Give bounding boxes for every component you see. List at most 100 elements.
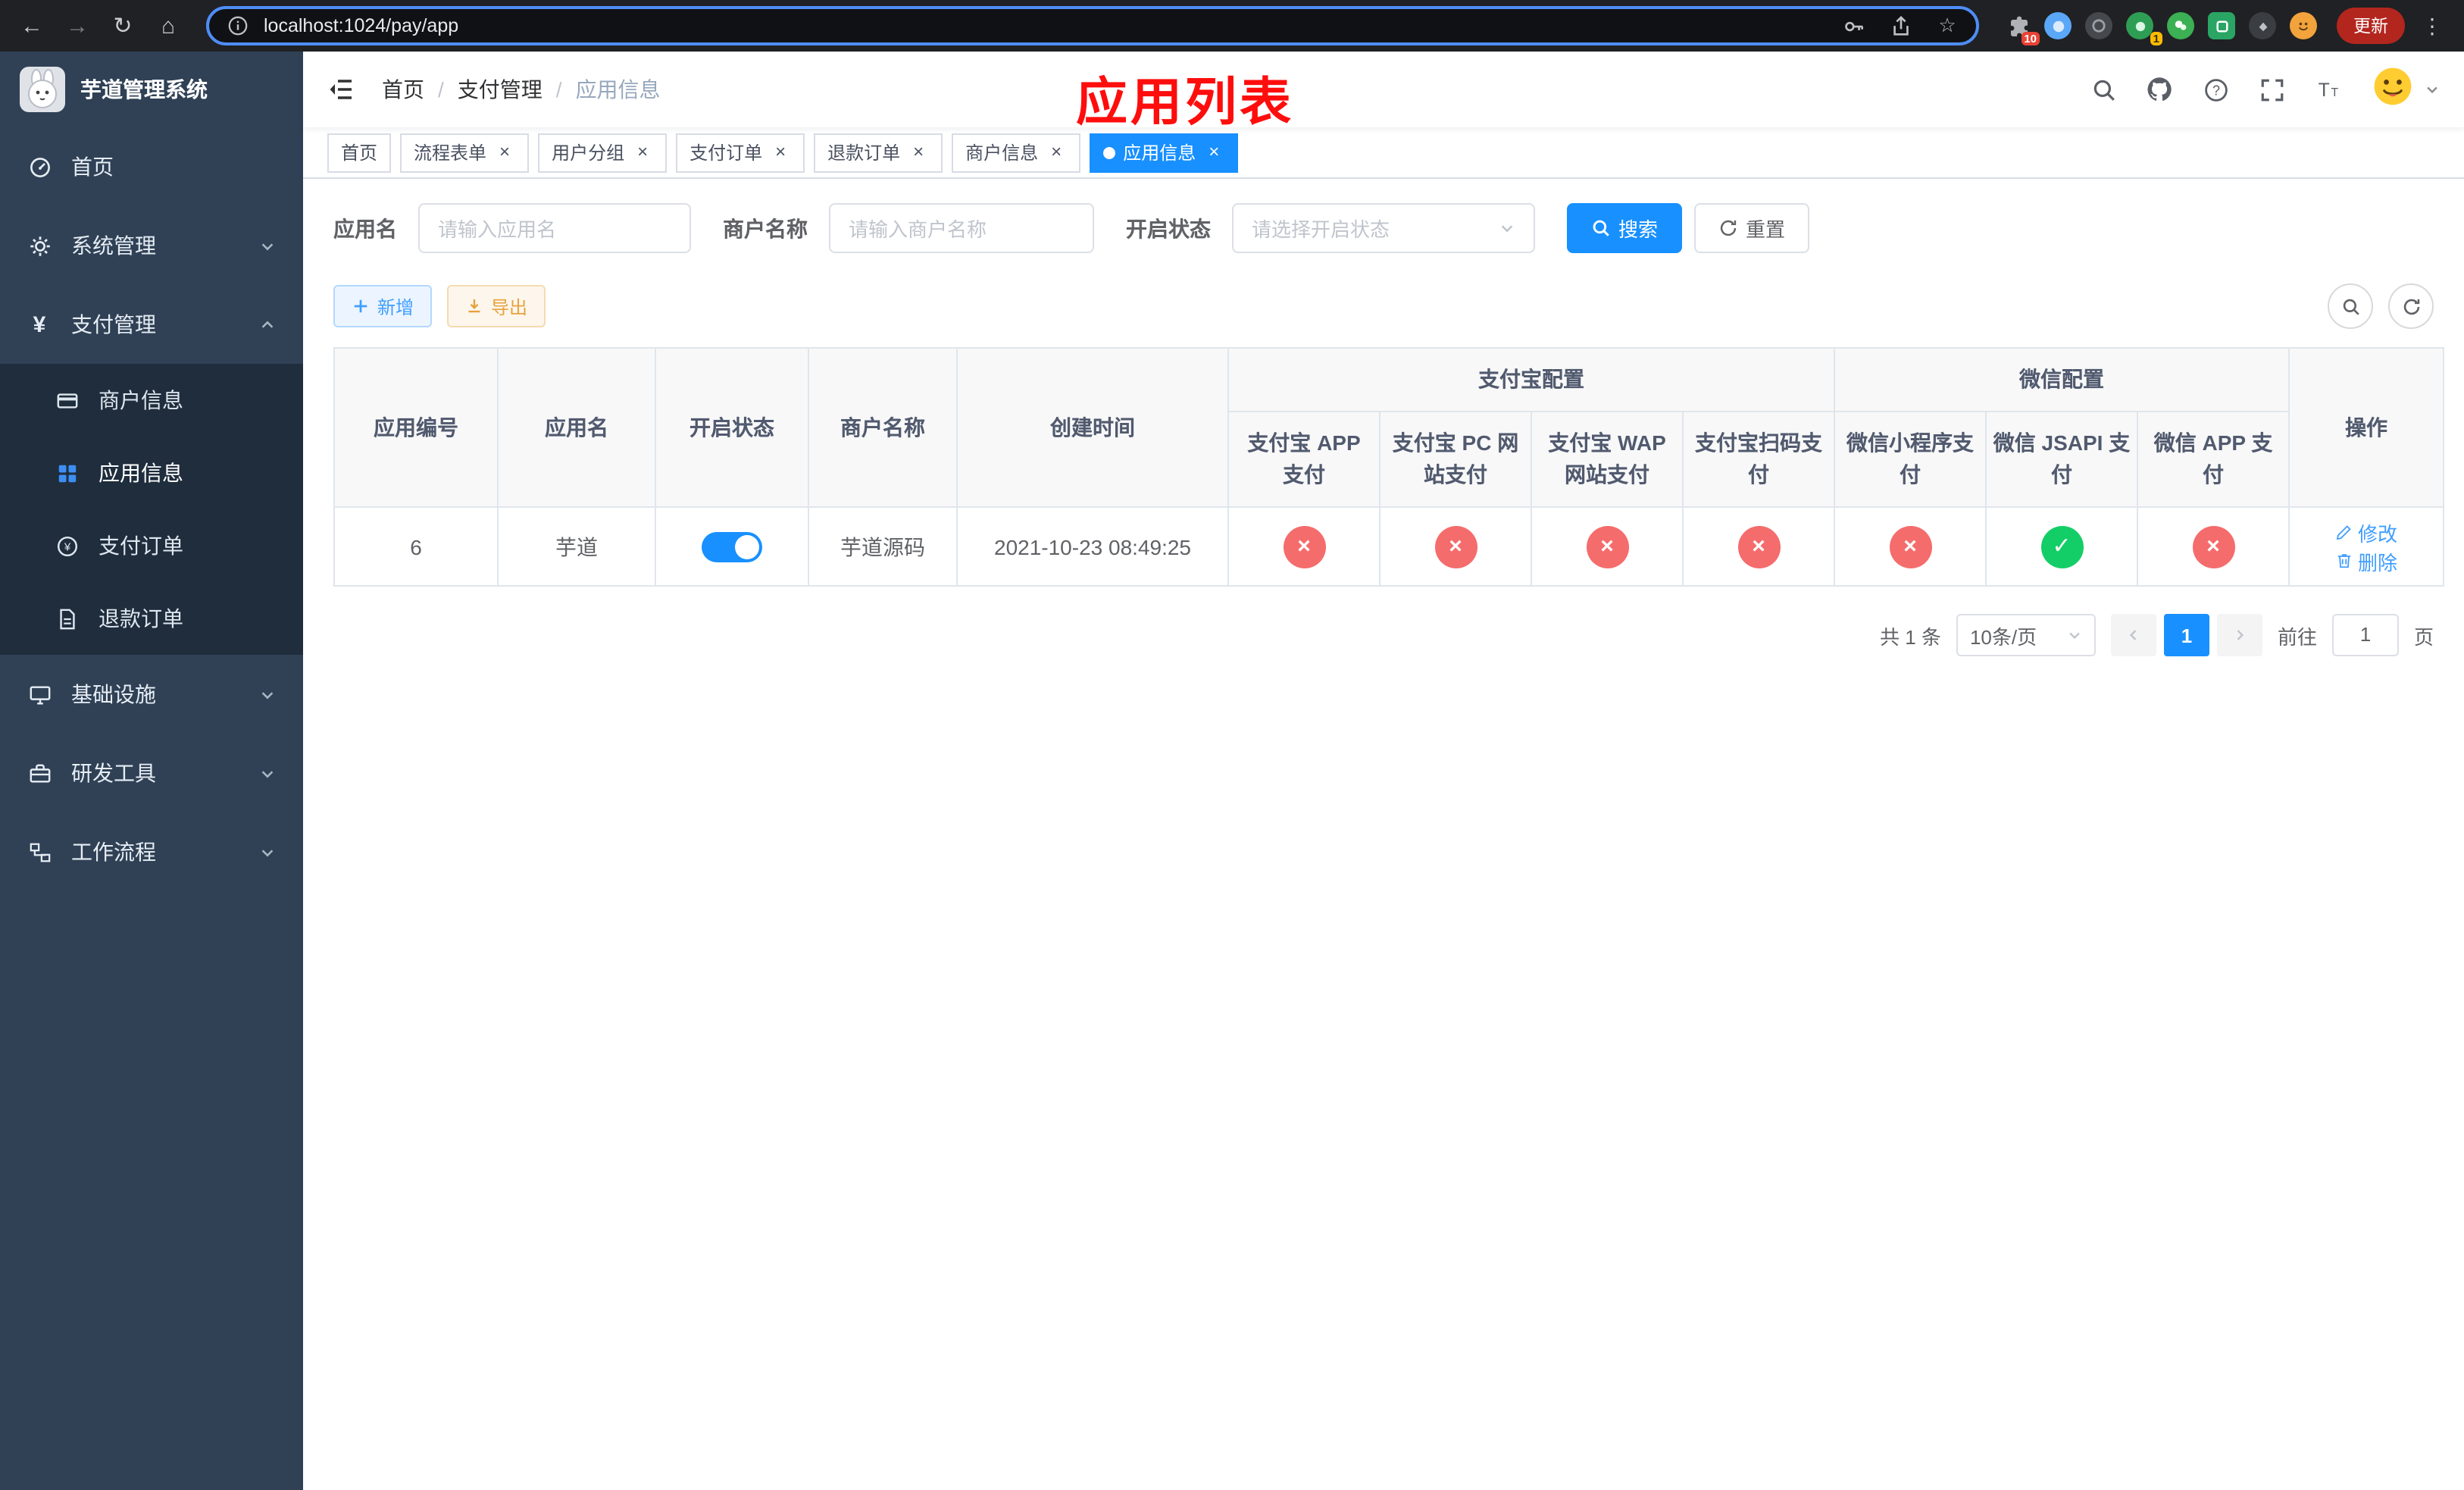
tab-app-info[interactable]: 应用信息 × [1090, 133, 1239, 172]
sidebar: 芋道管理系统 首页 系统管理 ¥ 支付管理 商户信息 应用信息 ¥ 支付订单 退… [0, 52, 303, 1490]
github-icon[interactable] [2146, 76, 2173, 103]
payment-submenu: 商户信息 应用信息 ¥ 支付订单 退款订单 [0, 364, 303, 655]
yen-icon: ¥ [33, 311, 46, 337]
tab-pay-order[interactable]: 支付订单 × [676, 133, 805, 172]
extension-dark-circle-icon[interactable] [2085, 12, 2112, 39]
logo-rabbit-icon [20, 67, 65, 112]
page-annotation-title: 应用列表 [1076, 74, 1294, 132]
browser-menu-icon[interactable]: ⋮ [2419, 13, 2446, 39]
password-key-icon[interactable] [1840, 12, 1867, 39]
close-tab-icon[interactable]: × [494, 141, 515, 163]
chevron-down-icon [2067, 628, 2082, 643]
sidebar-item-system[interactable]: 系统管理 [0, 206, 303, 285]
bookmark-star-icon[interactable]: ☆ [1934, 12, 1961, 39]
close-tab-icon[interactable]: × [1203, 141, 1224, 163]
toggle-search-button[interactable] [2328, 283, 2373, 329]
sidebar-item-pay-order[interactable]: ¥ 支付订单 [0, 509, 303, 582]
chevron-down-icon [259, 844, 276, 860]
breadcrumb-pay[interactable]: 支付管理 [458, 74, 543, 105]
tab-label: 退款订单 [827, 142, 901, 164]
edit-button[interactable]: 修改 [2335, 518, 2397, 546]
edit-button-label: 修改 [2358, 522, 2398, 545]
close-tab-icon[interactable]: × [770, 141, 791, 163]
sidebar-item-home[interactable]: 首页 [0, 127, 303, 206]
export-button[interactable]: 导出 [447, 285, 546, 327]
sidebar-item-dev-tools[interactable]: 研发工具 [0, 734, 303, 812]
sidebar-item-app-info[interactable]: 应用信息 [0, 437, 303, 509]
help-icon[interactable]: ? [2202, 76, 2229, 103]
site-info-icon[interactable] [224, 12, 252, 39]
sidebar-item-payment[interactable]: ¥ 支付管理 [0, 285, 303, 364]
col-header-wx-lite: 微信小程序支付 [1834, 411, 1987, 508]
tab-process-form[interactable]: 流程表单 × [400, 133, 530, 172]
sidebar-item-label: 系统管理 [71, 233, 156, 258]
delete-button[interactable]: 删除 [2335, 546, 2397, 575]
browser-update-button[interactable]: 更新 [2337, 8, 2405, 44]
tab-user-group[interactable]: 用户分组 × [538, 133, 668, 172]
extension-blue-icon[interactable] [2044, 12, 2072, 39]
extension-green-square-icon[interactable] [2208, 12, 2235, 39]
cell-created: 2021-10-23 08:49:25 [956, 506, 1229, 587]
tab-merchant-info[interactable]: 商户信息 × [952, 133, 1081, 172]
col-header-merchant: 商户名称 [808, 347, 958, 508]
extension-wechat-icon[interactable] [2167, 12, 2194, 39]
close-tab-icon[interactable]: × [632, 141, 653, 163]
home-button[interactable]: ⌂ [149, 6, 188, 45]
page-number-1[interactable]: 1 [2163, 614, 2209, 656]
status-select[interactable]: 请选择开启状态 [1232, 203, 1535, 253]
goto-unit-label: 页 [2413, 625, 2434, 648]
goto-page-input[interactable]: 1 [2331, 614, 2399, 656]
screen: ← → ↻ ⌂ localhost:1024/pay/app ☆ 10 1 更新… [0, 0, 2464, 1490]
search-icon[interactable] [2090, 76, 2117, 103]
sidebar-item-refund-order[interactable]: 退款订单 [0, 582, 303, 655]
add-button[interactable]: 新增 [333, 285, 433, 327]
col-header-alipay-scan: 支付宝扫码支付 [1682, 411, 1835, 508]
tags-view: 首页 流程表单 × 用户分组 × 支付订单 × 退款订单 × 商户信息 × 应用信息 × [303, 127, 2464, 179]
fullscreen-icon[interactable] [2258, 76, 2285, 103]
col-header-app-name: 应用名 [497, 347, 656, 508]
avatar [2370, 63, 2416, 116]
app-name-input[interactable]: 请输入应用名 [418, 203, 691, 253]
sidebar-item-merchant-info[interactable]: 商户信息 [0, 364, 303, 437]
sidebar-menu: 首页 系统管理 ¥ 支付管理 商户信息 应用信息 ¥ 支付订单 退款订单 基础设… [0, 127, 303, 891]
breadcrumb-home[interactable]: 首页 [382, 74, 424, 105]
tab-refund-order[interactable]: 退款订单 × [814, 133, 943, 172]
sidebar-item-infrastructure[interactable]: 基础设施 [0, 655, 303, 734]
prev-page-button[interactable] [2110, 614, 2156, 656]
next-page-button[interactable] [2216, 614, 2262, 656]
font-size-icon[interactable]: TT [2314, 76, 2341, 103]
back-button[interactable]: ← [12, 6, 52, 45]
reset-button[interactable]: 重置 [1694, 203, 1810, 253]
merchant-name-input[interactable]: 请输入商户名称 [829, 203, 1094, 253]
wechat-jsapi-status-icon: ✓ [2040, 525, 2083, 568]
page-content: 应用名 请输入应用名 商户名称 请输入商户名称 开启状态 请选择开启状态 搜索 … [303, 179, 2464, 1490]
sidebar-toggle-icon[interactable] [327, 76, 355, 103]
status-toggle[interactable] [702, 531, 762, 562]
search-button[interactable]: 搜索 [1567, 203, 1683, 253]
sidebar-item-workflow[interactable]: 工作流程 [0, 812, 303, 891]
forward-button[interactable]: → [58, 6, 97, 45]
col-header-actions: 操作 [2288, 347, 2445, 508]
add-button-label: 新增 [377, 296, 414, 318]
extension-badge: 1 [2150, 31, 2162, 45]
search-button-label: 搜索 [1618, 218, 1659, 241]
chevron-down-icon [2425, 82, 2440, 97]
reload-button[interactable]: ↻ [103, 6, 142, 45]
sidebar-item-label: 商户信息 [98, 388, 183, 412]
extension-dark-puzzle-icon[interactable] [2249, 12, 2276, 39]
tab-home[interactable]: 首页 [327, 133, 392, 172]
extension-green-badged-icon[interactable]: 1 [2126, 12, 2162, 45]
active-tab-dot [1103, 146, 1116, 158]
url-bar[interactable]: localhost:1024/pay/app ☆ [206, 6, 1979, 45]
refresh-button[interactable] [2388, 283, 2434, 329]
close-tab-icon[interactable]: × [908, 141, 929, 163]
share-icon[interactable] [1887, 12, 1914, 39]
col-header-wx-jsapi: 微信 JSAPI 支付 [1985, 411, 2138, 508]
app-logo[interactable]: 芋道管理系统 [0, 52, 303, 127]
user-menu[interactable] [2370, 63, 2440, 116]
extension-face-icon[interactable] [2290, 12, 2317, 39]
extensions-puzzle-icon[interactable]: 10 [2003, 12, 2040, 45]
page-size-select[interactable]: 10条/页 [1956, 614, 2096, 656]
close-tab-icon[interactable]: × [1046, 141, 1067, 163]
col-group-wechat: 微信配置 [1833, 347, 2290, 412]
